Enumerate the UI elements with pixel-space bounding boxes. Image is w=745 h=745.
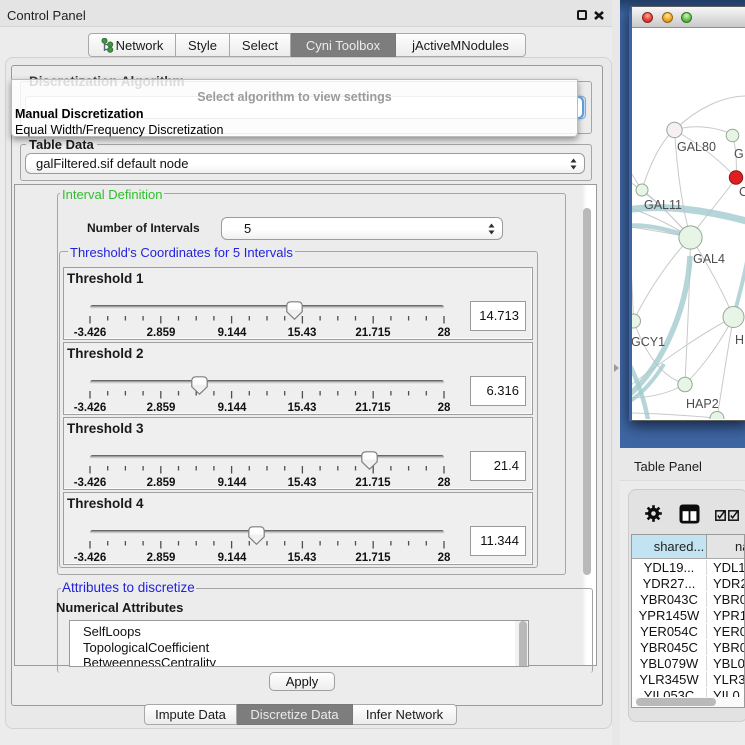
svg-text:GAL4: GAL4 <box>693 252 725 266</box>
svg-text:C: C <box>739 185 745 199</box>
svg-text:HAP2: HAP2 <box>686 397 719 411</box>
svg-text:GCY1: GCY1 <box>632 335 665 349</box>
svg-text:GAL11: GAL11 <box>644 198 682 212</box>
svg-text:GAL80: GAL80 <box>677 140 716 154</box>
svg-text:G: G <box>734 147 744 161</box>
svg-text:H: H <box>735 333 744 347</box>
